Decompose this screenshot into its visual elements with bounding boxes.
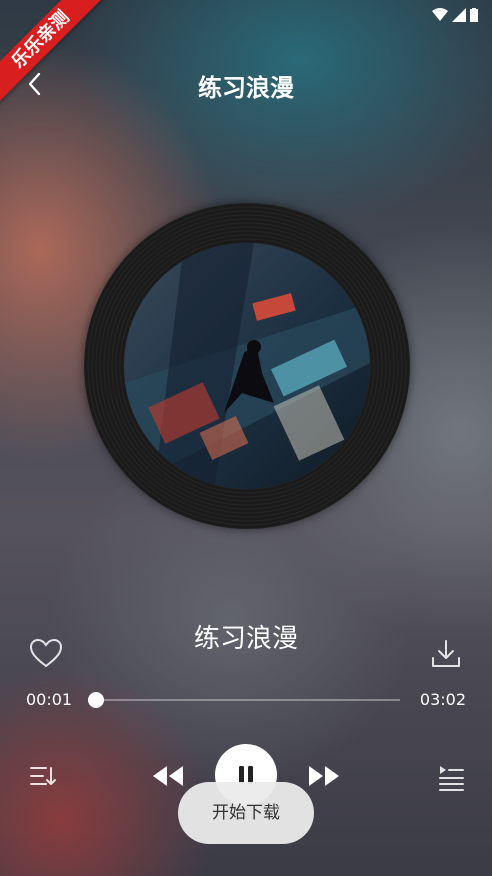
rewind-icon — [153, 766, 183, 786]
queue-icon — [439, 766, 464, 791]
status-bar — [432, 8, 478, 22]
total-time: 03:02 — [419, 690, 466, 709]
playlist-icon — [30, 767, 56, 785]
download-button[interactable] — [428, 636, 464, 672]
queue-button[interactable] — [436, 762, 466, 792]
playlist-button[interactable] — [28, 762, 58, 792]
battery-icon — [470, 8, 478, 22]
vinyl-record — [84, 203, 410, 529]
like-button[interactable] — [28, 636, 64, 672]
song-title: 练习浪漫 — [193, 624, 298, 654]
download-icon — [432, 640, 460, 667]
toast-message: 开始下载 — [178, 782, 314, 844]
next-button[interactable] — [306, 758, 342, 794]
header: 练习浪漫 — [0, 60, 492, 108]
previous-button[interactable] — [150, 758, 186, 794]
current-time: 00:01 — [26, 690, 73, 709]
signal-icon — [452, 8, 466, 22]
progress-bar[interactable] — [87, 692, 400, 708]
wifi-icon — [432, 8, 448, 21]
page-title: 练习浪漫 — [198, 74, 294, 102]
fast-forward-icon — [309, 766, 339, 786]
album-cover — [124, 243, 370, 489]
progress-thumb[interactable] — [87, 692, 104, 708]
heart-outline-icon — [29, 638, 63, 668]
